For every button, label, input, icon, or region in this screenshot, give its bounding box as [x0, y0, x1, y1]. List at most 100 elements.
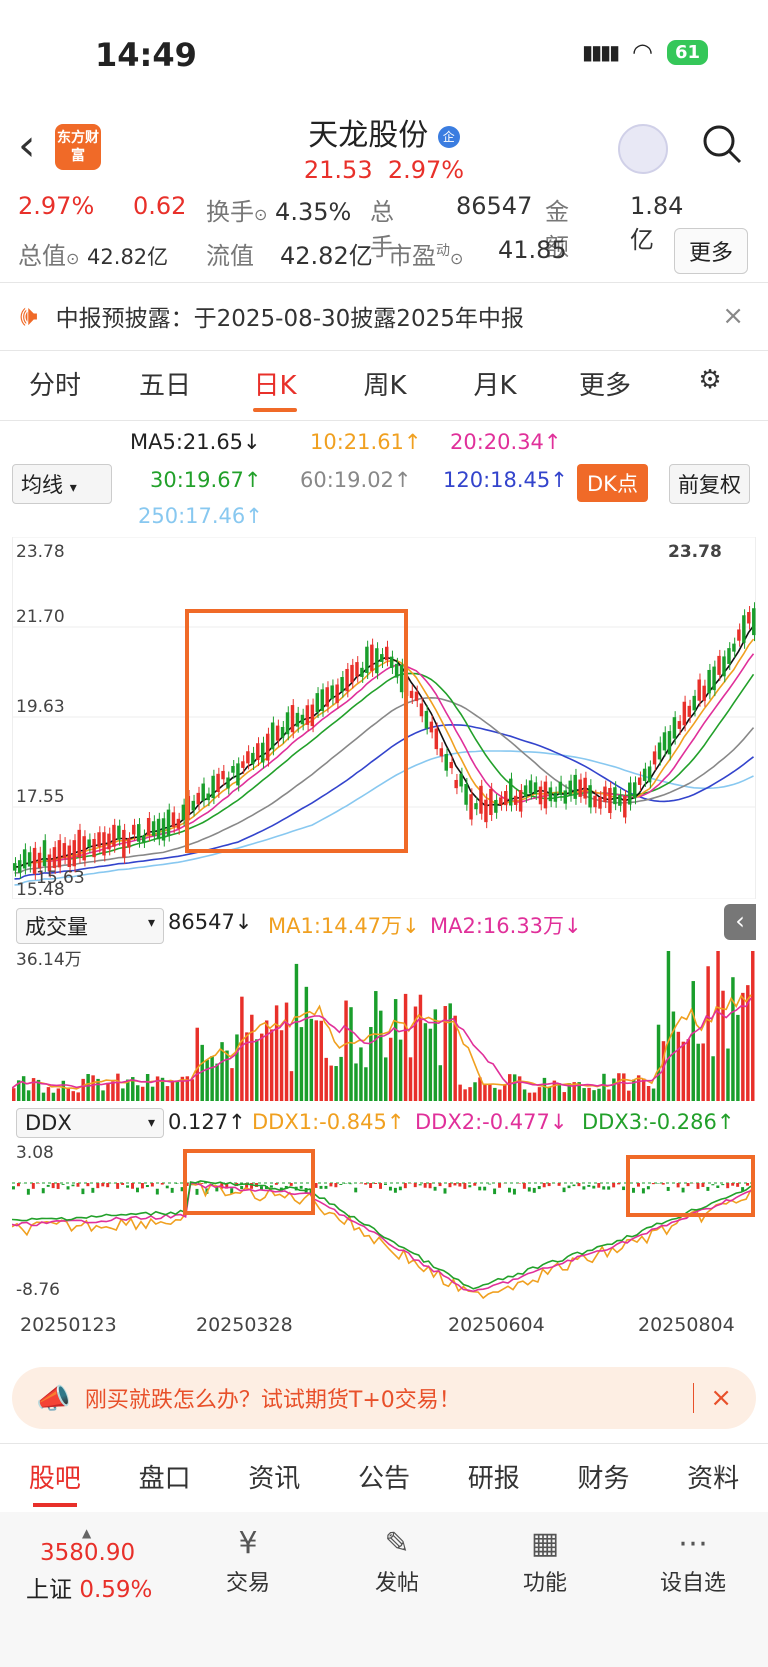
candle — [176, 818, 181, 829]
tab-orderbook[interactable]: 盘口 — [110, 1458, 220, 1507]
ddx-bar — [413, 1183, 417, 1188]
volume-value: 86547 — [456, 192, 533, 220]
tab-profile[interactable]: 资料 — [658, 1458, 768, 1507]
tab-monthly-k[interactable]: 月K — [440, 365, 550, 412]
volume-bar — [418, 994, 423, 1101]
ddx-indicator-selector[interactable]: DDX ▾ — [16, 1108, 164, 1138]
more-quote-button[interactable]: 更多 — [673, 228, 748, 274]
volume-bar — [384, 1057, 388, 1101]
divider — [0, 282, 768, 283]
index-ticker[interactable]: ▲ 3580.90 上证 0.59% — [26, 1526, 176, 1604]
ddx-bar — [433, 1186, 437, 1191]
tab-finance[interactable]: 财务 — [549, 1458, 659, 1507]
volume-bar — [349, 1007, 353, 1101]
candle — [613, 787, 617, 805]
post-button[interactable]: ✎ 发帖 — [342, 1526, 452, 1597]
volume-bar — [235, 1034, 239, 1101]
ddx-bar — [567, 1185, 571, 1189]
candle — [687, 705, 692, 717]
kline-chart[interactable] — [12, 537, 756, 899]
candle — [102, 832, 106, 856]
candle — [132, 824, 136, 835]
candle — [444, 753, 448, 771]
trade-button[interactable]: ¥ 交易 — [193, 1526, 303, 1597]
tab-forum[interactable]: 股吧 — [0, 1458, 110, 1507]
promo-close-icon[interactable]: × — [710, 1383, 732, 1413]
tab-weekly-k[interactable]: 周K — [330, 365, 440, 412]
divider — [0, 420, 768, 421]
dk-point-button[interactable]: DK点 — [577, 464, 648, 502]
notice-close-icon[interactable]: × — [722, 301, 744, 331]
kline-y-label: 17.55 — [16, 787, 65, 807]
tab-announcements[interactable]: 公告 — [329, 1458, 439, 1507]
volume-value: 86547↓ — [168, 910, 253, 934]
ddx-bar — [76, 1183, 80, 1187]
volume-bar — [170, 1081, 175, 1101]
candle — [752, 608, 756, 636]
ddx-bar — [403, 1183, 407, 1189]
ddx-bar — [329, 1183, 333, 1187]
volume-bar — [304, 986, 309, 1101]
tab-more[interactable]: 更多 — [550, 365, 660, 412]
functions-button[interactable]: ▦ 功能 — [490, 1526, 600, 1597]
candle — [662, 732, 667, 751]
candle — [509, 778, 513, 806]
candle — [231, 765, 235, 773]
settings-gear-icon[interactable]: ⚙ — [660, 365, 760, 412]
ddx-bar — [557, 1183, 561, 1186]
candle — [464, 783, 468, 805]
volume-bar — [150, 1086, 155, 1101]
volume-bar — [369, 1027, 373, 1101]
ddx-bar — [374, 1183, 378, 1184]
candle — [642, 768, 647, 781]
volume-bar — [140, 1086, 145, 1101]
volume-bar — [86, 1074, 90, 1101]
volume-indicator-selector[interactable]: 成交量 ▾ — [16, 908, 164, 944]
volume-bar — [587, 1087, 591, 1101]
add-watchlist-button[interactable]: ⋯ 设自选 — [638, 1526, 748, 1597]
volume-bar — [56, 1088, 61, 1101]
ddx-bar — [532, 1187, 536, 1193]
tab-research[interactable]: 研报 — [439, 1458, 549, 1507]
volume-bar — [71, 1091, 75, 1101]
volume-bar — [731, 977, 735, 1101]
volume-bar — [225, 1050, 229, 1101]
x-date-label: 20250804 — [638, 1314, 735, 1336]
volume-chart — [12, 951, 755, 1101]
ddx-bar — [726, 1183, 730, 1189]
ma-selector[interactable]: 均线 ▾ — [12, 464, 112, 504]
tab-daily-k[interactable]: 日K — [220, 365, 330, 412]
volume-bar — [592, 1090, 596, 1101]
volume-bar — [403, 993, 408, 1101]
ddx-bar — [478, 1186, 482, 1191]
volume-bar — [314, 1020, 319, 1101]
candle — [419, 703, 424, 717]
collapse-panel-icon[interactable]: ‹ — [724, 904, 756, 940]
volume-bar — [483, 1084, 487, 1101]
volume-bar — [264, 1020, 269, 1101]
search-icon[interactable] — [700, 122, 744, 170]
ddx-line — [12, 1182, 752, 1293]
ddx-bar — [696, 1183, 700, 1189]
ddx-bar — [418, 1184, 422, 1186]
candle — [469, 794, 473, 820]
assistant-robot-icon[interactable] — [618, 124, 668, 174]
volume-bar — [250, 1014, 254, 1101]
tab-news[interactable]: 资讯 — [219, 1458, 329, 1507]
float-cap-label: 流值 — [206, 242, 254, 270]
current-change: 2.97% — [387, 156, 465, 184]
ddx-bar — [676, 1183, 680, 1188]
ddx-bar — [617, 1183, 621, 1185]
volume-bar — [21, 1076, 26, 1101]
candle — [236, 763, 240, 786]
tab-five-day[interactable]: 五日 — [110, 365, 220, 412]
add-watchlist-label: 设自选 — [659, 1571, 726, 1596]
volume-bar — [329, 1065, 333, 1101]
notice-bar[interactable]: 🕪 中报预披露：于2025-08-30披露2025年中报 × — [0, 286, 768, 346]
grid-icon: ▦ — [530, 1526, 560, 1561]
tab-intraday[interactable]: 分时 — [0, 365, 110, 412]
candle — [256, 743, 260, 761]
adjust-mode-button[interactable]: 前复权 — [669, 464, 750, 504]
promo-banner[interactable]: 📣 刚买就跌怎么办？试试期货T+0交易！ × — [12, 1367, 756, 1429]
ddx-bar — [31, 1183, 35, 1189]
